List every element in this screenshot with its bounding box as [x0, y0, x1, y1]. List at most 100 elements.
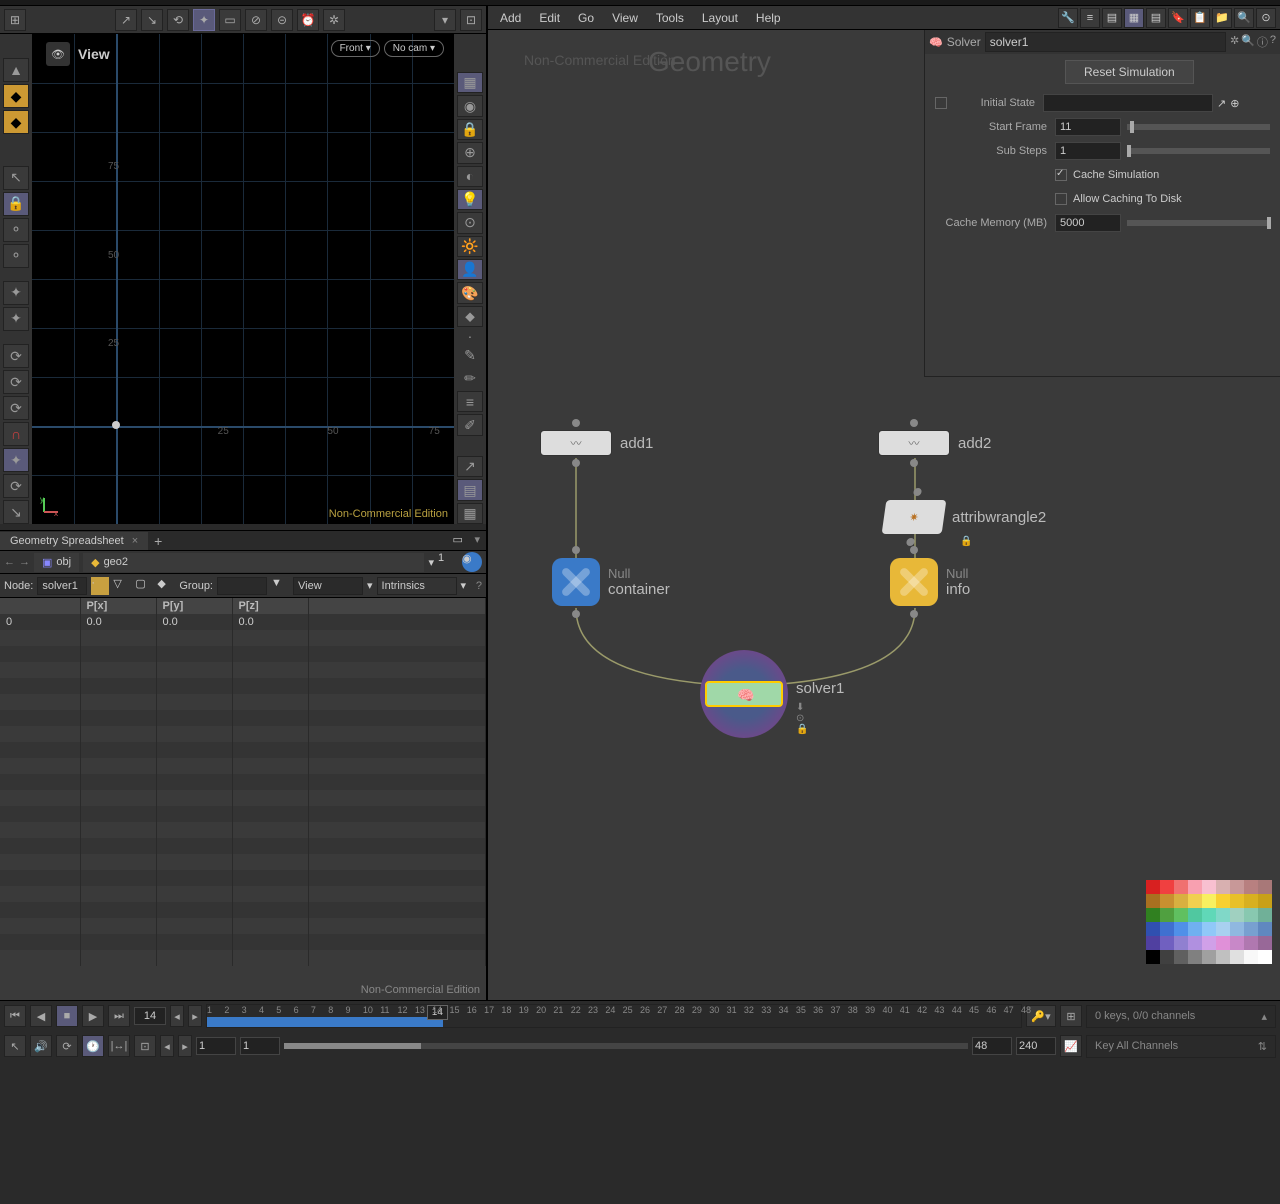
key-all-button[interactable]: Key All Channels⇅: [1086, 1035, 1276, 1058]
menu-go[interactable]: Go: [570, 7, 602, 29]
help-icon[interactable]: ?: [476, 580, 482, 592]
node-info[interactable]: Nullinfo: [890, 558, 970, 606]
anim-editor-button[interactable]: 📈: [1060, 1035, 1082, 1057]
stop-button[interactable]: ■: [56, 1005, 78, 1027]
menu-icon[interactable]: ▦: [1124, 8, 1144, 28]
shelf-icon[interactable]: 🎨: [457, 282, 483, 303]
bulb-icon[interactable]: 💡: [457, 189, 483, 210]
shelf-icon[interactable]: ◐: [457, 166, 483, 187]
menu-help[interactable]: Help: [748, 7, 789, 29]
shelf-icon[interactable]: ✐: [457, 414, 483, 435]
current-frame-field[interactable]: [134, 1007, 166, 1025]
start-frame-field[interactable]: [1055, 118, 1121, 136]
color-palette[interactable]: [1146, 880, 1272, 964]
tool-icon[interactable]: ⊝: [271, 9, 293, 31]
cell[interactable]: 0.0: [156, 614, 232, 630]
shelf-icon[interactable]: ↗: [457, 456, 483, 477]
filter-icon[interactable]: ▼: [271, 577, 289, 595]
vis-end-field[interactable]: [972, 1037, 1012, 1055]
palette-color[interactable]: [1258, 880, 1272, 894]
shelf-icon[interactable]: ⟳: [3, 370, 29, 394]
shelf-icon[interactable]: ✦: [3, 281, 29, 305]
search-icon[interactable]: 🔍: [1241, 34, 1255, 50]
shelf-icon[interactable]: ⟳: [3, 396, 29, 420]
add-tab-button[interactable]: +: [148, 533, 168, 549]
palette-color[interactable]: [1216, 922, 1230, 936]
pin-icon[interactable]: 1: [438, 552, 458, 572]
shelf-icon[interactable]: ⚬: [3, 244, 29, 268]
tool-icon[interactable]: ⊘: [245, 9, 267, 31]
palette-color[interactable]: [1174, 922, 1188, 936]
cache-mem-field[interactable]: [1055, 214, 1121, 232]
camera-pill[interactable]: No cam ▾: [384, 40, 444, 57]
palette-color[interactable]: [1202, 908, 1216, 922]
chevron-down-icon[interactable]: ▾: [428, 556, 434, 569]
verts-icon[interactable]: ▽: [113, 577, 131, 595]
palette-color[interactable]: [1216, 880, 1230, 894]
node-attribwrangle2[interactable]: ✷ attribwrangle2 🔒: [884, 500, 1046, 534]
range-slider[interactable]: [284, 1043, 968, 1049]
palette-color[interactable]: [1174, 908, 1188, 922]
anim-icon[interactable]: ⊞: [1060, 1005, 1082, 1027]
range-button[interactable]: |↔|: [108, 1035, 130, 1057]
palette-color[interactable]: [1160, 894, 1174, 908]
palette-color[interactable]: [1146, 922, 1160, 936]
shelf-icon[interactable]: ⟳: [3, 344, 29, 368]
cell[interactable]: 0: [0, 614, 80, 630]
menu-add[interactable]: Add: [492, 7, 529, 29]
column-header[interactable]: P[z]: [232, 598, 308, 614]
brush-icon[interactable]: ✎: [457, 345, 483, 366]
shelf-icon[interactable]: ◆: [3, 84, 29, 108]
eye-icon[interactable]: 👁: [46, 42, 70, 66]
loop-button[interactable]: ⟳: [56, 1035, 78, 1057]
arrow-icon[interactable]: ↖: [3, 166, 29, 190]
menu-icon[interactable]: 📁: [1212, 8, 1232, 28]
key-prev-button[interactable]: ◂: [160, 1035, 174, 1057]
palette-color[interactable]: [1188, 950, 1202, 964]
palette-color[interactable]: [1146, 908, 1160, 922]
palette-color[interactable]: [1258, 936, 1272, 950]
node-field[interactable]: solver1: [37, 577, 87, 595]
shelf-icon[interactable]: ⊕: [457, 142, 483, 163]
lock-icon[interactable]: 🔒: [3, 192, 29, 216]
path-segment[interactable]: ▣ obj: [34, 553, 79, 572]
shelf-icon[interactable]: ◉: [457, 95, 483, 116]
shelf-icon[interactable]: ✏: [457, 368, 483, 389]
column-header[interactable]: [0, 598, 80, 614]
palette-color[interactable]: [1188, 894, 1202, 908]
palette-color[interactable]: [1202, 936, 1216, 950]
detail-icon[interactable]: ◆: [157, 577, 175, 595]
palette-color[interactable]: [1188, 908, 1202, 922]
palette-color[interactable]: [1160, 936, 1174, 950]
close-icon[interactable]: ×: [132, 535, 138, 547]
shelf-icon[interactable]: ✦: [3, 307, 29, 331]
path-segment[interactable]: ◆ geo2: [83, 553, 424, 572]
shelf-icon[interactable]: ▲: [3, 58, 29, 82]
shelf-icon[interactable]: ◆: [3, 110, 29, 134]
palette-color[interactable]: [1230, 908, 1244, 922]
palette-color[interactable]: [1160, 950, 1174, 964]
palette-color[interactable]: [1244, 922, 1258, 936]
sub-steps-field[interactable]: [1055, 142, 1121, 160]
palette-color[interactable]: [1216, 950, 1230, 964]
shelf-icon[interactable]: ⚬: [3, 218, 29, 242]
clock-button[interactable]: 🕐: [82, 1035, 104, 1057]
palette-color[interactable]: [1216, 908, 1230, 922]
shelf-icon[interactable]: ▤: [457, 479, 483, 500]
spreadsheet-table[interactable]: P[x] P[y] P[z] 00.00.00.0: [0, 598, 486, 1000]
palette-color[interactable]: [1244, 950, 1258, 964]
group-field[interactable]: [217, 577, 267, 595]
chevron-down-icon[interactable]: ▾: [367, 579, 373, 592]
palette-color[interactable]: [1202, 880, 1216, 894]
node-container[interactable]: Nullcontainer: [552, 558, 670, 606]
step-back-button[interactable]: ◂: [170, 1005, 184, 1027]
palette-color[interactable]: [1216, 936, 1230, 950]
tool-icon[interactable]: ✦: [193, 9, 215, 31]
camera-pill[interactable]: Front ▾: [331, 40, 380, 57]
last-frame-button[interactable]: ⏭: [108, 1005, 130, 1027]
link-icon[interactable]: ◉: [462, 552, 482, 572]
node-name-field[interactable]: [985, 32, 1226, 52]
palette-color[interactable]: [1174, 936, 1188, 950]
step-fwd-button[interactable]: ▸: [188, 1005, 202, 1027]
shelf-icon[interactable]: ⬥: [457, 306, 483, 327]
